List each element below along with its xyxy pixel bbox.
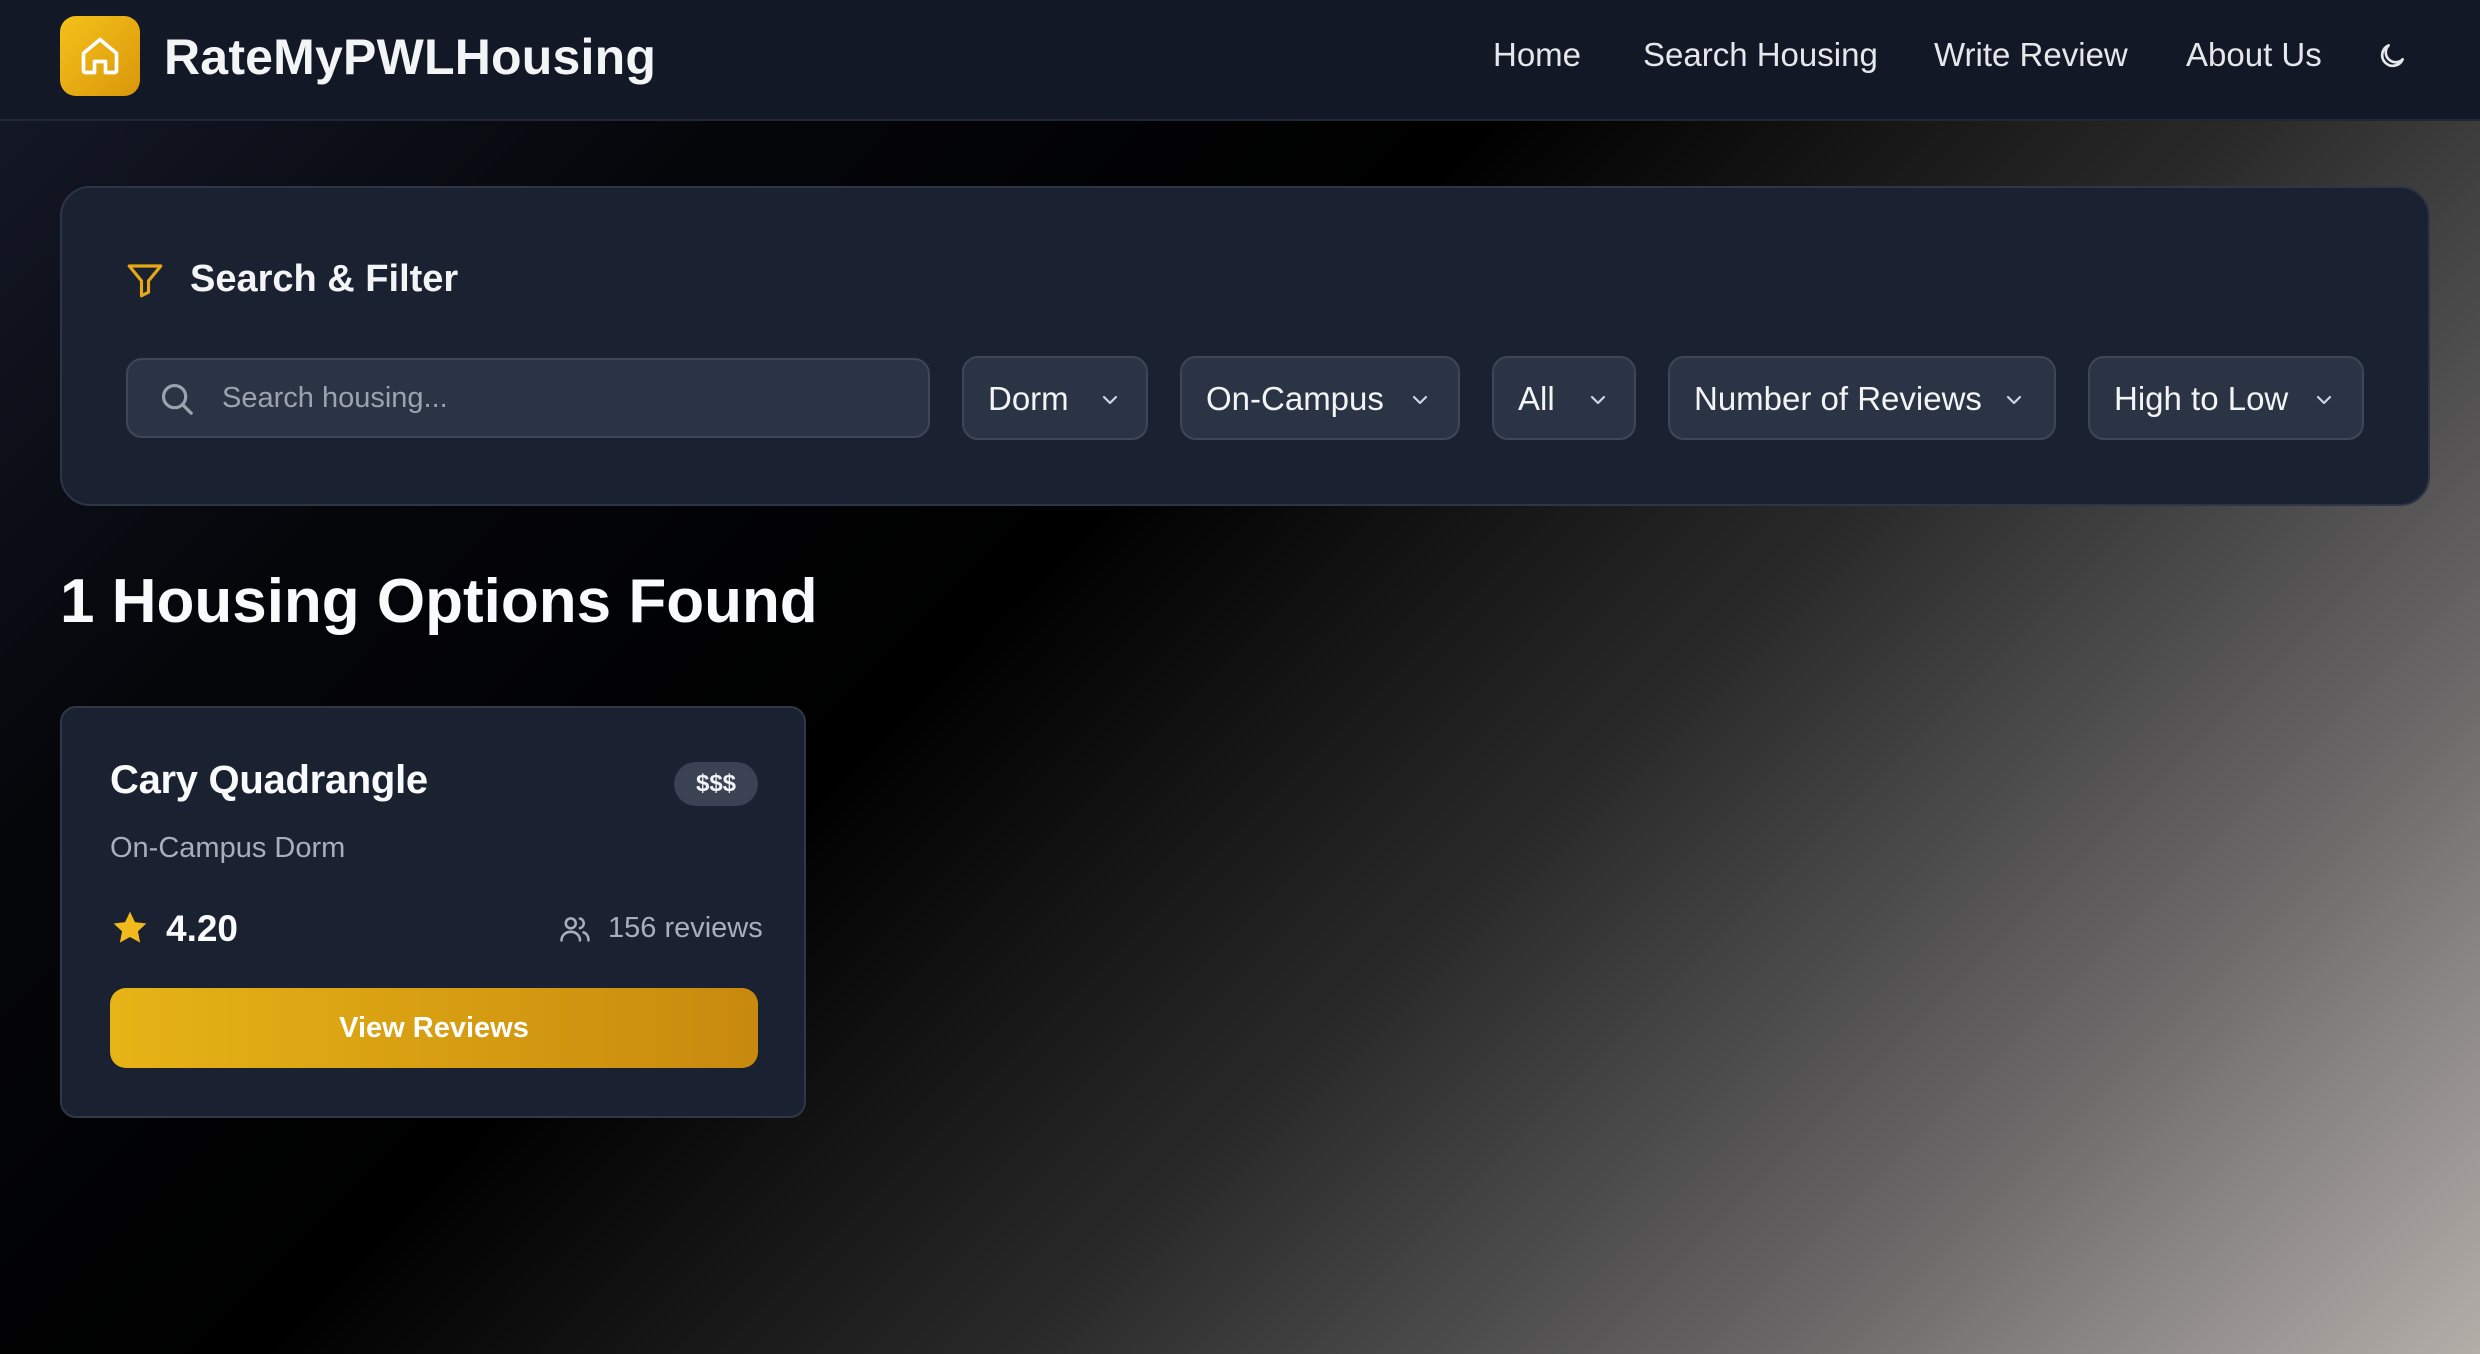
nav-home[interactable]: Home [1493, 36, 1581, 74]
results-title: 1 Housing Options Found [60, 567, 818, 636]
price-badge: $$$ [674, 762, 758, 806]
housing-type: On-Campus Dorm [110, 832, 346, 864]
search-icon [161, 383, 193, 415]
filter-icon [127, 264, 163, 298]
type-select-value: Dorm [988, 380, 1069, 417]
nav-write-review[interactable]: Write Review [1934, 36, 2128, 74]
search-filter-panel [60, 186, 2430, 506]
review-count: 156 reviews [608, 912, 763, 944]
sort-by-select[interactable]: Number of Reviews [1668, 356, 2056, 440]
location-select-value: On-Campus [1206, 380, 1384, 417]
price-select-value: All [1518, 380, 1555, 417]
home-icon [81, 37, 119, 75]
chevron-down-icon [1102, 395, 1118, 405]
moon-icon [2380, 44, 2404, 68]
sort-order-select[interactable]: High to Low [2088, 356, 2364, 440]
nav-search-housing[interactable]: Search Housing [1643, 36, 1878, 74]
chevron-down-icon [1412, 395, 1428, 405]
rating-value: 4.20 [166, 908, 239, 949]
sort-order-select-value: High to Low [2114, 380, 2289, 417]
chevron-down-icon [2316, 395, 2332, 405]
chevron-down-icon [1590, 395, 1606, 405]
search-input[interactable] [222, 372, 902, 424]
users-icon [560, 917, 590, 942]
location-select[interactable]: On-Campus [1180, 356, 1460, 440]
housing-name: Cary Quadrangle [110, 758, 428, 802]
sort-by-select-value: Number of Reviews [1694, 380, 1982, 417]
star-icon [113, 911, 147, 943]
chevron-down-icon [2006, 395, 2022, 405]
price-select[interactable]: All [1492, 356, 1636, 440]
nav-about-us[interactable]: About Us [2186, 36, 2322, 74]
type-select[interactable]: Dorm [962, 356, 1148, 440]
theme-toggle-button[interactable] [2372, 36, 2412, 76]
panel-title: Search & Filter [190, 258, 459, 300]
top-navbar: RateMyPWLHousing Home Search Housing Wri… [0, 0, 2480, 121]
brand-name[interactable]: RateMyPWLHousing [164, 28, 656, 86]
view-reviews-button[interactable]: View Reviews [110, 988, 758, 1068]
logo[interactable] [60, 16, 140, 96]
